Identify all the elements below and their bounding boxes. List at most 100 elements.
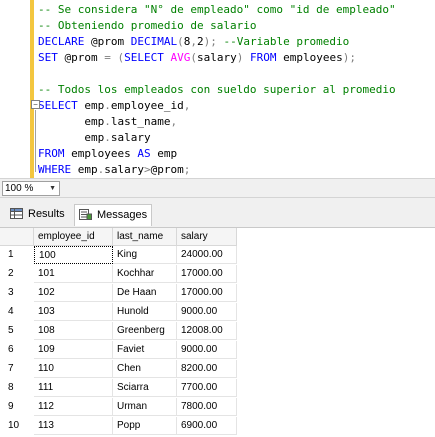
row-number[interactable]: 2 [0, 265, 34, 283]
table-row[interactable]: 10 113 Popp 6900.00 [0, 417, 435, 435]
results-tabbar: Results Messages [0, 198, 435, 227]
zoom-dropdown[interactable]: 100 % ▼ [2, 181, 60, 196]
code-token: --Variable promedio [216, 35, 350, 48]
cell-employee-id[interactable]: 113 [34, 417, 113, 435]
code-token: employees [71, 147, 138, 160]
code-line[interactable]: emp.last_name, [38, 114, 177, 130]
cell-employee-id[interactable]: 109 [34, 341, 113, 359]
code-token: last_name [110, 115, 171, 128]
table-row[interactable]: 3 102 De Haan 17000.00 [0, 284, 435, 302]
fold-guide [35, 110, 36, 172]
cell-employee-id[interactable]: 110 [34, 360, 113, 378]
cell-salary[interactable]: 9000.00 [177, 303, 237, 321]
code-line[interactable]: SET @prom = (SELECT AVG(salary) FROM emp… [38, 50, 356, 66]
cell-employee-id[interactable]: 111 [34, 379, 113, 397]
row-number[interactable]: 6 [0, 341, 34, 359]
cell-last-name[interactable]: Chen [113, 360, 177, 378]
table-row[interactable]: 5 108 Greenberg 12008.00 [0, 322, 435, 340]
row-number-header[interactable] [0, 228, 34, 246]
cell-salary[interactable]: 17000.00 [177, 265, 237, 283]
code-token: , [170, 115, 178, 128]
cell-last-name[interactable]: Urman [113, 398, 177, 416]
results-grid[interactable]: employee_id last_name salary 1 100 King 240… [0, 227, 435, 437]
cell-employee-id[interactable]: 101 [34, 265, 113, 283]
code-token: ); [342, 51, 356, 64]
cell-salary[interactable]: 6900.00 [177, 417, 237, 435]
table-row[interactable]: 4 103 Hunold 9000.00 [0, 303, 435, 321]
table-row[interactable]: 9 112 Urman 7800.00 [0, 398, 435, 416]
code-token: AVG [170, 51, 191, 64]
cell-employee-id[interactable]: 102 [34, 284, 113, 302]
code-token: , [183, 99, 191, 112]
cell-last-name[interactable]: De Haan [113, 284, 177, 302]
code-token: , [190, 35, 197, 48]
row-number[interactable]: 5 [0, 322, 34, 340]
code-token: employees [283, 51, 343, 64]
column-header[interactable]: salary [177, 228, 237, 246]
tab-messages-label: Messages [97, 209, 148, 221]
code-line[interactable]: WHERE emp.salary>@prom; [38, 162, 190, 178]
cell-last-name[interactable]: King [113, 246, 177, 264]
code-line[interactable]: FROM employees AS emp [38, 146, 177, 162]
code-token: AS [137, 147, 158, 160]
tab-results[interactable]: Results [6, 204, 72, 226]
code-line[interactable]: -- Obteniendo promedio de salario [38, 18, 257, 34]
table-row[interactable]: 6 109 Faviet 9000.00 [0, 341, 435, 359]
code-token: ( [177, 35, 184, 48]
collapse-icon[interactable]: − [31, 100, 40, 109]
code-token: @prom [150, 163, 184, 176]
cell-employee-id[interactable]: 108 [34, 322, 113, 340]
row-number[interactable]: 3 [0, 284, 34, 302]
column-header[interactable]: last_name [113, 228, 177, 246]
table-row[interactable]: 7 110 Chen 8200.00 [0, 360, 435, 378]
tab-messages[interactable]: Messages [74, 204, 152, 226]
column-header[interactable]: employee_id [34, 228, 113, 246]
code-token: -- Obteniendo promedio de salario [38, 19, 257, 32]
cell-salary[interactable]: 24000.00 [177, 246, 237, 264]
table-row[interactable]: 1 100 King 24000.00 [0, 246, 435, 264]
code-line[interactable]: -- Todos los empleados con sueldo superi… [38, 82, 396, 98]
code-token: emp [84, 99, 105, 112]
messages-icon [79, 209, 92, 220]
cell-employee-id[interactable]: 103 [34, 303, 113, 321]
row-number[interactable]: 9 [0, 398, 34, 416]
cell-employee-id[interactable]: 112 [34, 398, 113, 416]
code-token: emp [77, 163, 98, 176]
cell-last-name[interactable]: Greenberg [113, 322, 177, 340]
cell-salary[interactable]: 9000.00 [177, 341, 237, 359]
code-line[interactable]: SELECT emp.employee_id, [38, 98, 190, 114]
code-token: emp [157, 147, 178, 160]
query-editor[interactable]: -- Se considera "N° de empleado" como "i… [0, 0, 435, 178]
code-line[interactable]: emp.salary [38, 130, 151, 146]
cell-last-name[interactable]: Faviet [113, 341, 177, 359]
row-number[interactable]: 4 [0, 303, 34, 321]
code-token: DECIMAL [130, 35, 178, 48]
cell-salary[interactable]: 17000.00 [177, 284, 237, 302]
code-token: emp [38, 115, 105, 128]
code-token: DECLARE [38, 35, 91, 48]
code-token: salary [104, 163, 144, 176]
code-line[interactable]: -- Se considera "N° de empleado" como "i… [38, 2, 396, 18]
code-token: salary [110, 131, 151, 144]
row-number[interactable]: 7 [0, 360, 34, 378]
cell-employee-id[interactable]: 100 [34, 246, 113, 264]
cell-salary[interactable]: 7800.00 [177, 398, 237, 416]
cell-last-name[interactable]: Popp [113, 417, 177, 435]
cell-salary[interactable]: 7700.00 [177, 379, 237, 397]
code-token: ( [190, 51, 197, 64]
code-token: > [144, 163, 151, 176]
cell-last-name[interactable]: Hunold [113, 303, 177, 321]
code-line[interactable]: DECLARE @prom DECIMAL(8,2); --Variable p… [38, 34, 349, 50]
table-row[interactable]: 2 101 Kochhar 17000.00 [0, 265, 435, 283]
row-number[interactable]: 10 [0, 417, 34, 435]
code-token: WHERE [38, 163, 78, 176]
code-token: 2 [196, 35, 204, 48]
cell-last-name[interactable]: Kochhar [113, 265, 177, 283]
cell-salary[interactable]: 12008.00 [177, 322, 237, 340]
row-number[interactable]: 1 [0, 246, 34, 264]
cell-last-name[interactable]: Sciarra [113, 379, 177, 397]
table-row[interactable]: 8 111 Sciarra 7700.00 [0, 379, 435, 397]
cell-salary[interactable]: 8200.00 [177, 360, 237, 378]
row-number[interactable]: 8 [0, 379, 34, 397]
code-token: employee_id [110, 99, 184, 112]
